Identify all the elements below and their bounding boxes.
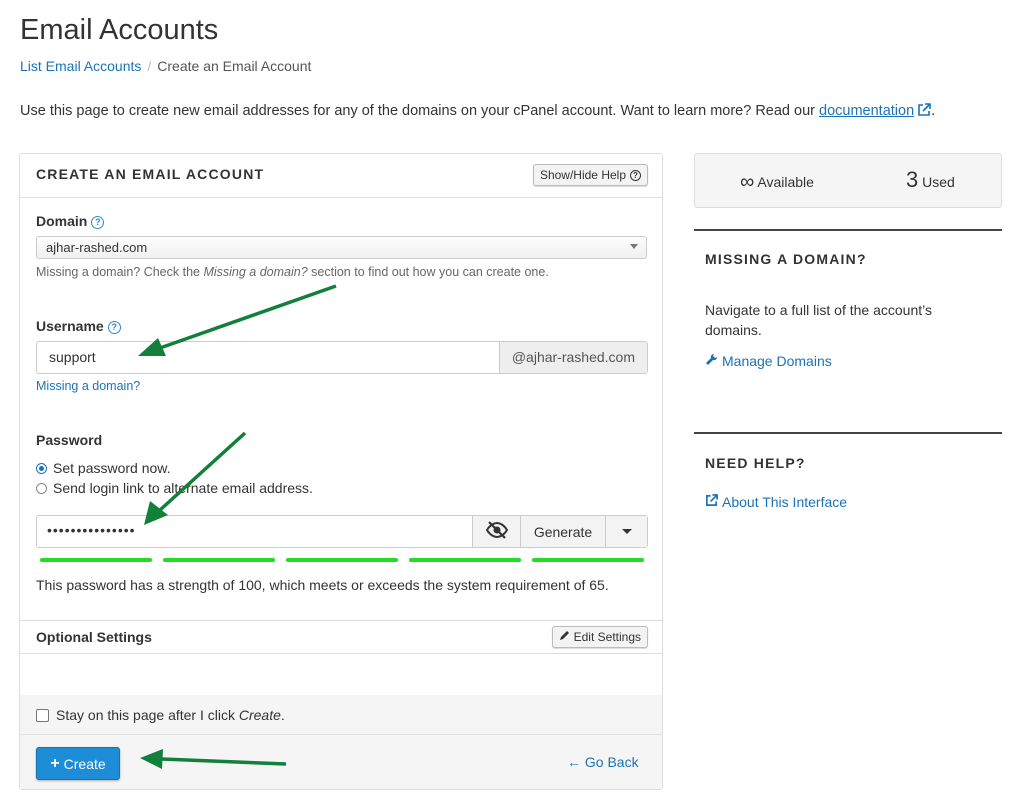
- intro-text: Use this page to create new email addres…: [20, 103, 935, 121]
- arrow-left-icon: ←: [567, 754, 581, 770]
- plus-icon: +: [50, 754, 60, 772]
- divider: [20, 653, 662, 654]
- about-interface-link[interactable]: About This Interface: [705, 494, 847, 510]
- about-interface-label: About This Interface: [722, 494, 848, 510]
- domain-hint: Missing a domain? Check the Missing a do…: [36, 265, 549, 279]
- password-label: Password: [36, 432, 103, 448]
- radio-send-link[interactable]: Send login link to alternate email addre…: [36, 480, 313, 496]
- go-back-link[interactable]: ← Go Back: [567, 754, 639, 770]
- strength-bar-segment-5: [532, 558, 644, 562]
- stay-on-page-checkbox[interactable]: Stay on this page after I click Create.: [36, 707, 285, 723]
- generate-button[interactable]: Generate: [520, 516, 605, 547]
- show-hide-help-button[interactable]: Show/Hide Help ?: [532, 164, 648, 186]
- email-account-stats: ∞ Available 3 Used: [694, 153, 1002, 208]
- stay-on-page-label: Stay on this page after I click Create.: [56, 707, 285, 723]
- domain-label-text: Domain: [36, 213, 88, 229]
- missing-domain-section: MISSING A DOMAIN? Navigate to a full lis…: [694, 229, 1002, 411]
- external-link-icon: [705, 494, 718, 510]
- password-group: ••••••••••••••• Generate: [36, 515, 648, 548]
- domain-hint-post: section to find out how you can create o…: [307, 265, 549, 279]
- need-help-title: NEED HELP?: [705, 455, 806, 471]
- infinity-symbol: ∞: [740, 171, 755, 193]
- toggle-visibility-button[interactable]: [472, 516, 520, 547]
- manage-domains-label: Manage Domains: [722, 353, 832, 369]
- panel-header: CREATE AN EMAIL ACCOUNT Show/Hide Help ?: [20, 154, 662, 198]
- strength-bar-segment-4: [409, 558, 521, 562]
- radio-send-link-dot[interactable]: [36, 482, 47, 494]
- username-label: Username?: [36, 318, 121, 334]
- missing-domain-link[interactable]: Missing a domain?: [36, 379, 140, 393]
- caret-down-icon: [621, 529, 632, 534]
- wrench-icon: [705, 353, 718, 369]
- page-title: Email Accounts: [20, 14, 219, 46]
- password-strength-text: This password has a strength of 100, whi…: [36, 577, 609, 593]
- radio-set-password-dot[interactable]: [36, 462, 47, 474]
- domain-select-value: ajhar-rashed.com: [46, 240, 148, 255]
- missing-domain-text: Navigate to a full list of the account’s…: [705, 302, 932, 338]
- username-domain-suffix: @ajhar-rashed.com: [498, 342, 647, 373]
- domain-select[interactable]: ajhar-rashed.com: [36, 236, 647, 259]
- username-label-text: Username: [36, 318, 104, 334]
- domain-hint-em: Missing a domain?: [203, 265, 308, 279]
- divider: [20, 620, 662, 621]
- strength-bar-segment-2: [163, 558, 275, 562]
- breadcrumb-separator: /: [147, 58, 152, 74]
- optional-settings-title: Optional Settings: [36, 629, 152, 645]
- panel-title: CREATE AN EMAIL ACCOUNT: [36, 166, 265, 182]
- stay-on-page-box[interactable]: [36, 708, 49, 722]
- footer-divider: [20, 734, 662, 735]
- strength-bar-segment-3: [286, 558, 398, 562]
- go-back-label: Go Back: [584, 754, 639, 770]
- username-help-icon[interactable]: ?: [107, 321, 121, 334]
- pencil-icon: [559, 630, 570, 644]
- eye-slash-icon: [485, 521, 509, 542]
- need-help-section: NEED HELP? About This Interface: [694, 432, 1002, 534]
- missing-domain-title: MISSING A DOMAIN?: [705, 251, 867, 267]
- create-button-label: Create: [63, 755, 106, 772]
- breadcrumb: List Email Accounts / Create an Email Acco…: [20, 58, 311, 74]
- username-input[interactable]: support: [37, 342, 499, 373]
- available-label: Available: [757, 174, 814, 190]
- domain-hint-pre: Missing a domain? Check the: [36, 265, 204, 279]
- used-count: 3: [906, 167, 919, 192]
- generate-options-dropdown[interactable]: [605, 516, 647, 547]
- breadcrumb-list-email-accounts[interactable]: List Email Accounts: [20, 58, 141, 74]
- radio-set-password-label: Set password now.: [53, 460, 171, 476]
- password-input[interactable]: •••••••••••••••: [37, 516, 472, 547]
- external-link-icon: [917, 103, 931, 121]
- create-email-panel: CREATE AN EMAIL ACCOUNT Show/Hide Help ?…: [19, 153, 663, 790]
- used-label: Used: [922, 174, 955, 190]
- radio-send-link-label: Send login link to alternate email addre…: [53, 480, 313, 496]
- available-stat: ∞ Available: [740, 171, 814, 194]
- create-button[interactable]: + Create: [36, 747, 120, 780]
- manage-domains-link[interactable]: Manage Domains: [705, 353, 832, 369]
- question-circle-icon: ?: [630, 169, 641, 181]
- strength-bar-segment-1: [40, 558, 152, 562]
- documentation-link[interactable]: documentation: [819, 103, 914, 119]
- username-group: support @ajhar-rashed.com: [36, 341, 648, 374]
- domain-label: Domain?: [36, 213, 105, 229]
- used-stat: 3 Used: [906, 167, 955, 193]
- edit-settings-label: Edit Settings: [573, 630, 641, 644]
- edit-settings-button[interactable]: Edit Settings: [551, 626, 648, 648]
- intro-end: .: [931, 103, 936, 119]
- domain-help-icon[interactable]: ?: [91, 216, 105, 229]
- show-hide-help-label: Show/Hide Help: [539, 168, 626, 182]
- radio-set-password[interactable]: Set password now.: [36, 460, 171, 476]
- chevron-down-icon: [630, 244, 638, 249]
- breadcrumb-current: Create an Email Account: [157, 58, 312, 74]
- intro-body: Use this page to create new email addres…: [20, 103, 820, 119]
